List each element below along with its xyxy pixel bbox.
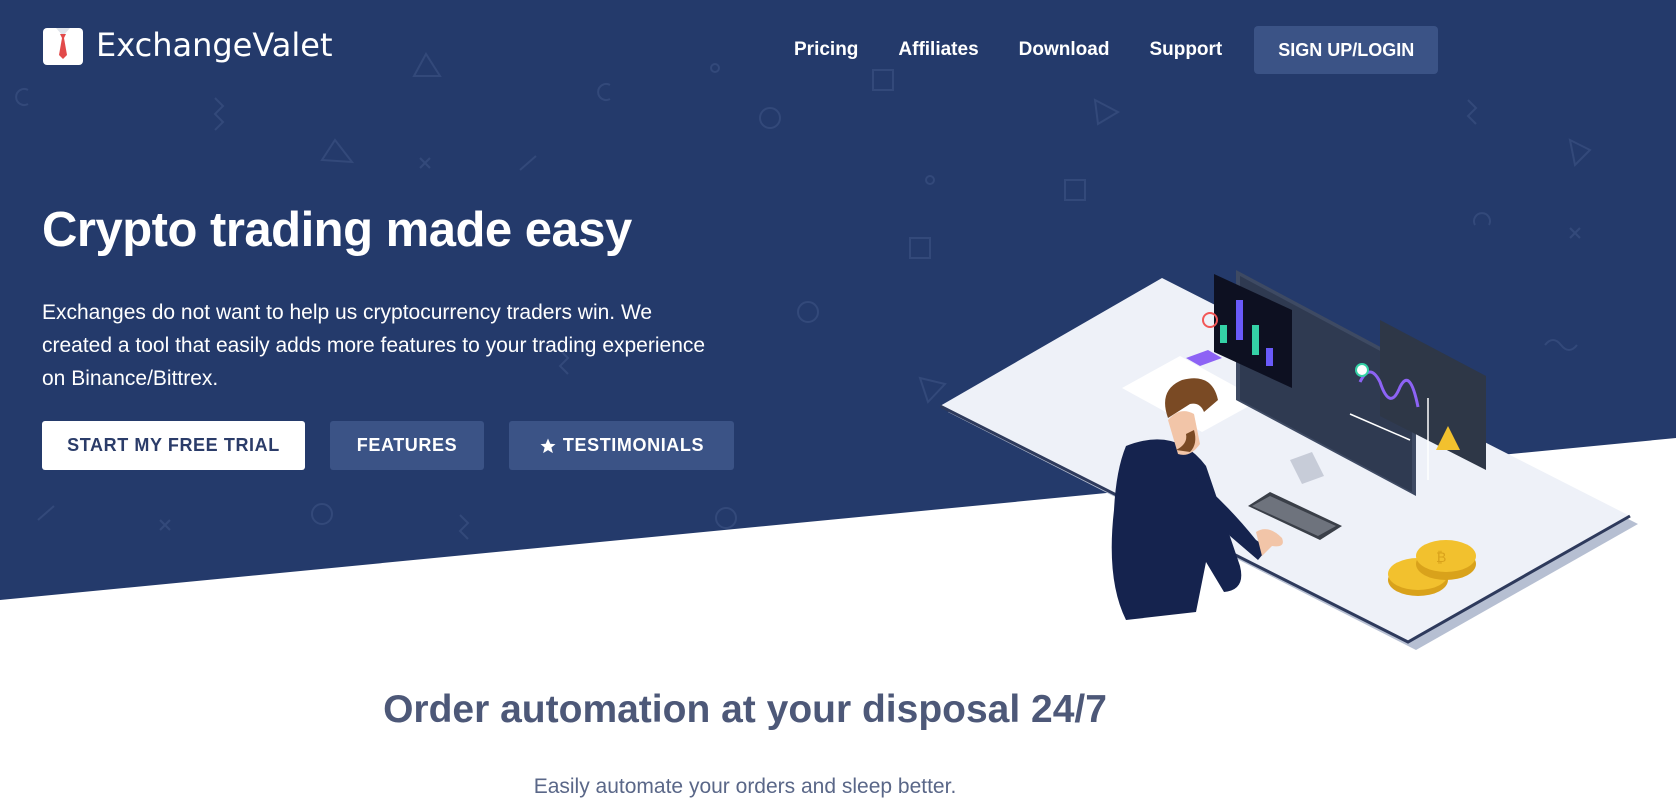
section-subtitle: Easily automate your orders and sleep be… bbox=[533, 775, 957, 798]
star-icon bbox=[540, 438, 556, 453]
nav-link-download[interactable]: Download bbox=[1019, 28, 1110, 72]
testimonials-button[interactable]: TESTIMONIALS bbox=[509, 421, 734, 470]
testimonials-label: TESTIMONIALS bbox=[562, 435, 705, 455]
hero-title: Crypto trading made easy bbox=[42, 203, 632, 257]
suit-tie-logo-icon bbox=[43, 28, 83, 65]
start-free-trial-label: START MY FREE TRIAL bbox=[67, 435, 280, 455]
signup-login-button[interactable]: SIGN UP/LOGIN bbox=[1254, 26, 1439, 74]
features-button[interactable]: FEATURES bbox=[330, 421, 484, 470]
hero-description: Exchanges do not want to help us cryptoc… bbox=[42, 301, 706, 390]
trader-at-desk-illustration: ₿ bbox=[940, 270, 1638, 650]
brand-logo[interactable]: ExchangeValet bbox=[42, 24, 333, 66]
bitcoin-icon: ₿ bbox=[1436, 550, 1446, 566]
nav-link-support[interactable]: Support bbox=[1149, 28, 1222, 72]
main-nav: Pricing Affiliates Download Support SIGN… bbox=[794, 26, 1439, 74]
start-free-trial-button[interactable]: START MY FREE TRIAL bbox=[42, 421, 305, 470]
nav-link-affiliates[interactable]: Affiliates bbox=[898, 28, 978, 72]
section-title: Order automation at your disposal 24/7 bbox=[383, 688, 1107, 731]
brand-name: ExchangeValet bbox=[96, 26, 333, 64]
features-label: FEATURES bbox=[356, 435, 458, 455]
nav-link-pricing[interactable]: Pricing bbox=[794, 28, 858, 72]
